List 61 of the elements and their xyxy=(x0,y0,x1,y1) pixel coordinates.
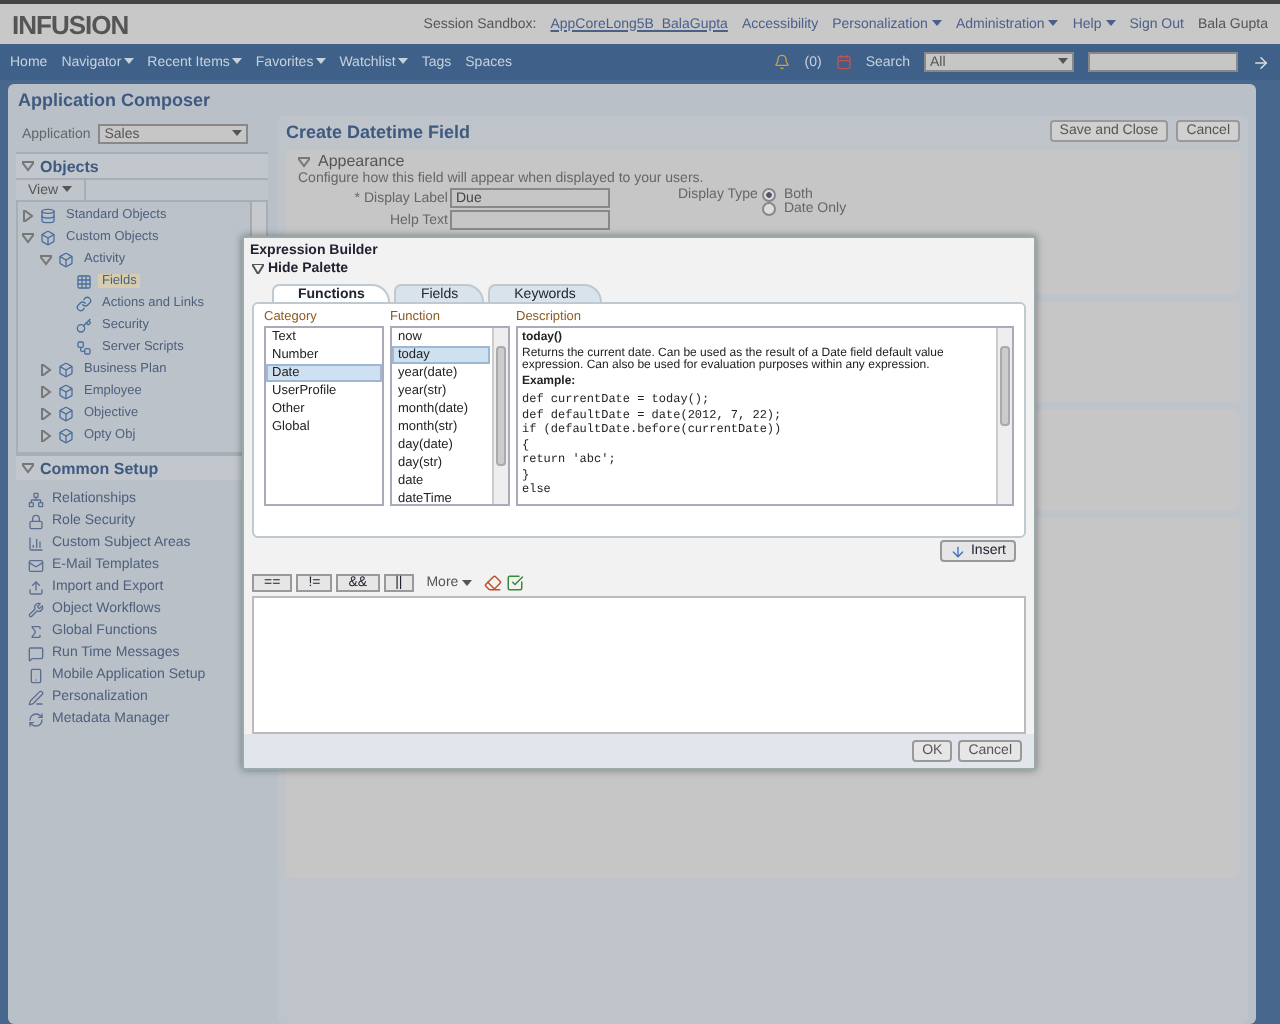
box-icon xyxy=(40,229,56,245)
help-text-field[interactable] xyxy=(450,210,610,230)
arrow-down-icon xyxy=(950,543,967,559)
box-icon xyxy=(58,427,74,443)
collapsed-triangle-icon[interactable] xyxy=(40,363,52,375)
calendar-icon[interactable] xyxy=(835,54,852,70)
box-icon xyxy=(58,361,74,377)
key-icon xyxy=(76,317,92,333)
caret-icon xyxy=(62,186,73,194)
caret-icon xyxy=(232,130,243,138)
workflow-icon xyxy=(76,339,92,355)
caret-icon xyxy=(1105,20,1116,28)
wrench-icon xyxy=(28,601,44,617)
section-title: Objects xyxy=(40,157,99,175)
mail-icon xyxy=(28,557,44,573)
sigma-icon xyxy=(28,623,44,639)
grid-icon xyxy=(76,273,92,289)
caret-icon xyxy=(397,58,408,66)
radio-button[interactable] xyxy=(761,188,776,202)
radio-button[interactable] xyxy=(761,202,776,216)
collapsed-triangle-icon[interactable] xyxy=(40,407,52,419)
eraser-icon[interactable] xyxy=(484,574,503,592)
logo: INFUSION xyxy=(12,9,129,39)
section-title: Appearance xyxy=(318,152,405,170)
panel-title: Application Composer xyxy=(16,88,213,114)
network-icon xyxy=(28,491,44,507)
link-icon xyxy=(76,295,92,311)
page-title: Create Datetime Field xyxy=(286,121,471,141)
search-field[interactable] xyxy=(1088,52,1238,72)
bell-icon[interactable] xyxy=(774,54,791,70)
database-icon xyxy=(40,207,56,223)
expanded-triangle-icon[interactable] xyxy=(22,462,34,474)
triangle-icon xyxy=(252,264,264,275)
expanded-triangle-icon[interactable] xyxy=(40,253,52,265)
box-icon xyxy=(58,251,74,267)
caret-icon xyxy=(231,58,242,66)
caret-icon xyxy=(123,58,134,66)
phone-icon xyxy=(28,667,44,683)
collapsed-triangle-icon[interactable] xyxy=(40,385,52,397)
go-icon[interactable] xyxy=(1252,53,1270,71)
section-title: Common Setup xyxy=(40,459,159,477)
expanded-triangle-icon[interactable] xyxy=(22,231,34,243)
upload-icon xyxy=(28,579,44,595)
collapsed-triangle-icon[interactable] xyxy=(22,209,34,221)
message-icon xyxy=(28,645,44,661)
caret-icon xyxy=(462,579,473,587)
pen-icon xyxy=(28,689,44,705)
collapsed-triangle-icon[interactable] xyxy=(40,429,52,441)
box-icon xyxy=(58,405,74,421)
caret-icon xyxy=(1058,58,1068,66)
caret-icon xyxy=(1048,20,1059,28)
caret-icon xyxy=(931,20,942,28)
validate-icon[interactable] xyxy=(506,574,525,592)
box-icon xyxy=(58,383,74,399)
lock-icon xyxy=(28,513,44,529)
refresh-icon xyxy=(28,711,44,727)
caret-icon xyxy=(315,58,326,66)
expanded-triangle-icon[interactable] xyxy=(298,155,310,167)
expression-editor[interactable] xyxy=(252,596,1026,735)
expanded-triangle-icon[interactable] xyxy=(22,160,34,172)
bar-chart-icon xyxy=(28,535,44,551)
